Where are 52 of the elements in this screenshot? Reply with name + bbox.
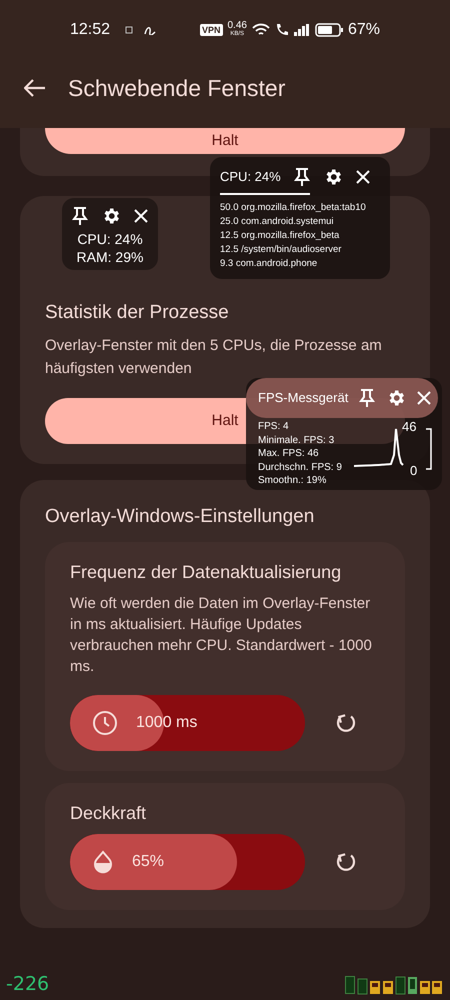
- value-slider[interactable]: 65%: [70, 834, 305, 890]
- slider-value: 1000 ms: [136, 713, 198, 733]
- process-entry: 12.5 /system/bin/audioserver: [220, 243, 342, 257]
- stop-button[interactable]: Halt: [45, 128, 405, 154]
- cpu-usage: CPU: 24%: [77, 230, 143, 248]
- fps-stat: Smoothn.: 19%: [258, 474, 328, 488]
- pin-icon[interactable]: [71, 206, 89, 226]
- clock-icon: [92, 710, 118, 736]
- section-title: Statistik der Prozesse: [45, 302, 230, 324]
- back-icon[interactable]: [24, 79, 46, 97]
- fps-stat: Minimale. FPS: 3: [258, 434, 336, 447]
- process-entry: 50.0 org.mozilla.firefox_beta:tab10: [220, 201, 367, 215]
- graph-max-label: 46: [402, 419, 416, 434]
- value-slider[interactable]: 1000 ms: [70, 695, 305, 751]
- process-entry: 12.5 org.mozilla.firefox_beta: [220, 229, 340, 243]
- slider-value: 65%: [132, 852, 164, 872]
- cpu-usage: CPU: 24%: [220, 168, 281, 186]
- battery-icon: [314, 23, 343, 37]
- fps-stat: Durchschn. FPS: 9: [258, 460, 342, 474]
- debug-counter: -226: [6, 972, 50, 997]
- status-time: 12:52: [70, 20, 110, 40]
- script-icon: [144, 25, 156, 35]
- pin-icon[interactable]: [292, 167, 311, 187]
- ram-usage: RAM: 29%: [76, 248, 144, 266]
- process-entry: 25.0 com.android.systemui: [220, 215, 335, 229]
- fps-stat: Max. FPS: 46: [258, 447, 320, 460]
- close-icon[interactable]: [354, 169, 371, 185]
- screen-title: Schwebende Fenster: [68, 74, 286, 103]
- reset-icon[interactable]: [335, 712, 357, 734]
- setting-title: Frequenz der Datenaktualisierung: [70, 562, 342, 583]
- close-icon[interactable]: [416, 390, 432, 406]
- fps-stat: FPS: 4: [258, 420, 290, 434]
- close-icon[interactable]: [133, 208, 149, 224]
- section-title: Overlay-Windows-Einstellungen: [45, 506, 316, 528]
- mini-overlay-window[interactable]: CPU: 24% RAM: 29%: [62, 198, 158, 270]
- pin-icon[interactable]: [358, 388, 376, 408]
- setting-description: Wie oft werden die Daten im Overlay-Fenster in ms aktualisiert. Häufige Updates verbrauchen mehr CPU. Standardwert - 1000 ms.: [70, 594, 373, 677]
- drop-icon: [92, 850, 114, 874]
- bracket-icon: [426, 428, 432, 470]
- section-description: Overlay-Fenster mit den 5 CPUs, die Prozesse am häufigsten verwenden: [45, 336, 383, 379]
- process-entry: 9.3 com.android.phone: [220, 257, 318, 271]
- vpn-badge: VPN: [200, 24, 222, 36]
- setting-title: Deckkraft: [70, 803, 148, 824]
- call-icon: [274, 23, 289, 37]
- graph-min-label: 0: [410, 463, 418, 478]
- fps-overlay-window[interactable]: FPS-Messgerät FPS: 4 Minimale. FPS: 3 Max. FPS: 46 Durchschn. FPS: 9 Smoothn.: 19% 46 0: [246, 378, 442, 490]
- wifi-icon: [252, 23, 270, 37]
- battery-level: 67%: [348, 20, 380, 40]
- chip-icon: [124, 25, 134, 35]
- cpu-overlay-window[interactable]: CPU: 24% 50.0 org.mozilla.firefox_beta:tab10 25.0 com.android.systemui 12.5 org.mozilla.firefox_beta 12.5 /system/bin/audioserver 9.3 com.android.phone: [210, 157, 390, 279]
- reset-icon[interactable]: [335, 851, 357, 873]
- signal-icon: [294, 24, 310, 36]
